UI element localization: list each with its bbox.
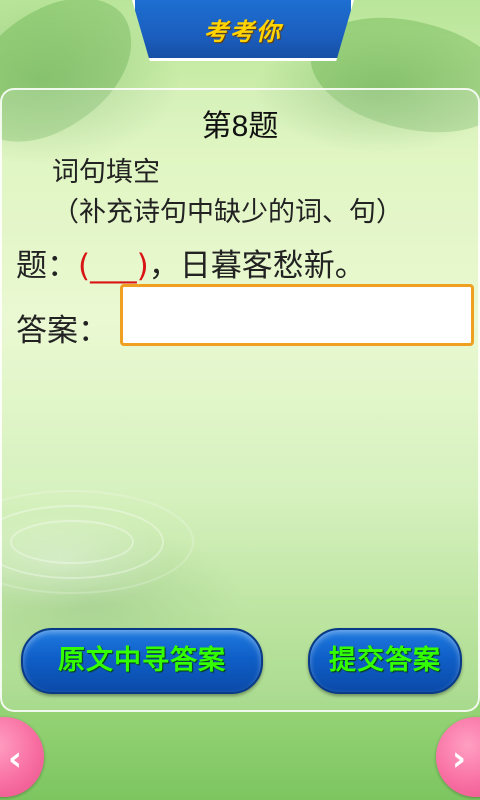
question-suffix: ，日暮客愁新。 — [148, 248, 366, 284]
question-type-label: 词句填空 — [52, 157, 160, 188]
page-title: 考考你 — [204, 17, 282, 46]
app-screen: 考考你 第8题 词句填空 （补充诗句中缺少的词、句） 题：(___)，日暮客愁新… — [0, 0, 480, 800]
title-tab: 考考你 — [132, 0, 354, 61]
answer-label: 答案： — [16, 313, 109, 349]
chevron-left-icon: ‹ — [8, 739, 23, 779]
find-answer-in-text-button[interactable]: 原文中寻答案 — [21, 628, 263, 694]
question-hint: （补充诗句中缺少的词、句） — [52, 197, 403, 228]
submit-answer-button[interactable]: 提交答案 — [308, 628, 462, 694]
previous-question-button[interactable]: ‹ — [0, 717, 44, 797]
chevron-right-icon: › — [452, 739, 467, 779]
question-text: 题：(___)，日暮客愁新。 — [16, 240, 366, 285]
next-question-button[interactable]: › — [436, 717, 480, 797]
answer-input[interactable] — [120, 284, 474, 346]
question-prefix: 题： — [16, 248, 78, 284]
question-blank: (___) — [78, 248, 149, 284]
question-number: 第8题 — [201, 110, 279, 143]
